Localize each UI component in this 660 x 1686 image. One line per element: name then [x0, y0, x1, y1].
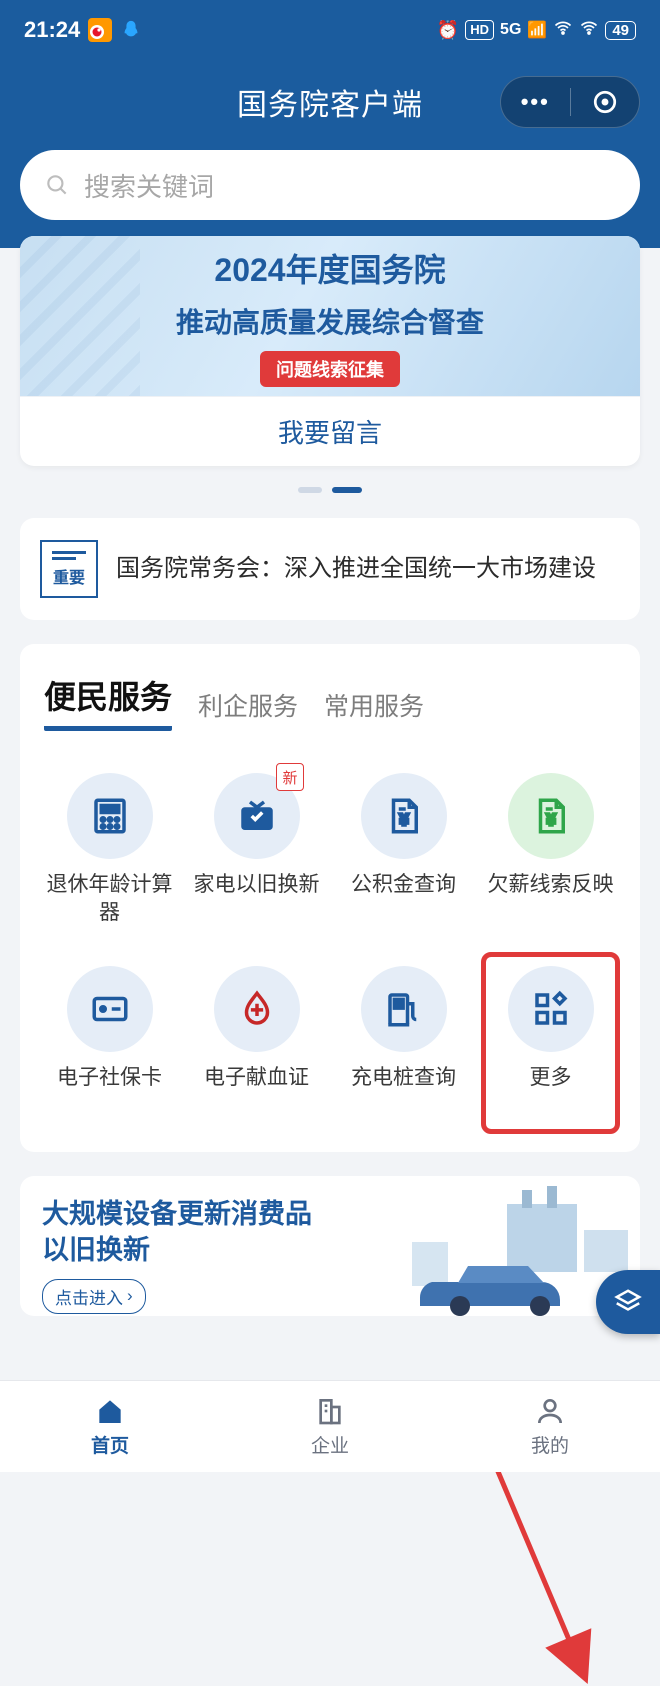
building-icon	[314, 1395, 346, 1427]
important-news-card[interactable]: 重要 国务院常务会：深入推进全国统一大市场建设	[20, 518, 640, 620]
important-badge-icon: 重要	[40, 540, 98, 598]
pager-dot[interactable]	[298, 487, 322, 493]
more-menu-icon[interactable]: •••	[501, 89, 570, 115]
services-grid: 退休年龄计算器 新 家电以旧换新 ¥ 公积金查询 ¥ 欠薪线索反映	[40, 765, 620, 1128]
signal-icon: 📶	[527, 20, 547, 40]
banner-card[interactable]: 2024年度国务院 推动高质量发展综合督查 问题线索征集 我要留言	[20, 236, 640, 466]
new-badge: 新	[276, 763, 304, 791]
service-provident-fund[interactable]: ¥ 公积金查询	[334, 765, 473, 936]
user-icon	[534, 1395, 566, 1427]
app-title: 国务院客户端	[237, 80, 423, 124]
tab-enterprise-service[interactable]: 利企服务	[198, 687, 298, 731]
network-label: 5G	[500, 21, 521, 39]
weibo-icon	[88, 18, 112, 42]
document-money-icon: ¥	[361, 773, 447, 859]
calculator-icon	[67, 773, 153, 859]
status-time: 21:24	[24, 17, 80, 43]
banner-pill: 问题线索征集	[260, 351, 400, 387]
tab-common-service[interactable]: 常用服务	[324, 687, 424, 731]
services-card: 便民服务 利企服务 常用服务 退休年龄计算器 新 家电以旧换新 ¥	[20, 644, 640, 1152]
service-blood-donation[interactable]: 电子献血证	[187, 958, 326, 1128]
wifi-icon	[553, 18, 573, 43]
nav-home[interactable]: 首页	[0, 1381, 220, 1472]
service-retirement-calculator[interactable]: 退休年龄计算器	[40, 765, 179, 936]
hd-icon: HD	[465, 20, 494, 40]
home-icon	[94, 1395, 126, 1427]
promo-illustration	[372, 1186, 632, 1316]
header-area: 搜索关键词	[0, 144, 660, 248]
banner-line1: 2024年度国务院	[214, 245, 445, 291]
card-icon	[67, 966, 153, 1052]
service-appliance-trade-in[interactable]: 新 家电以旧换新	[187, 765, 326, 936]
search-icon	[44, 172, 70, 198]
notification-icon	[120, 19, 142, 41]
svg-text:¥: ¥	[546, 812, 555, 829]
service-wage-complaint[interactable]: ¥ 欠薪线索反映	[481, 765, 620, 936]
alarm-icon: ⏰	[437, 20, 459, 41]
title-bar: 国务院客户端 •••	[0, 60, 660, 144]
banner-line2: 推动高质量发展综合督查	[176, 301, 484, 341]
battery-level: 49	[605, 21, 636, 40]
news-headline: 国务院常务会：深入推进全国统一大市场建设	[116, 551, 596, 587]
service-charging-station[interactable]: 充电桩查询	[334, 958, 473, 1128]
layers-icon	[613, 1287, 643, 1317]
close-miniprogram-icon[interactable]	[571, 89, 640, 115]
search-input[interactable]: 搜索关键词	[20, 150, 640, 220]
search-placeholder: 搜索关键词	[84, 167, 214, 204]
nav-enterprise[interactable]: 企业	[220, 1381, 440, 1472]
service-social-security-card[interactable]: 电子社保卡	[40, 958, 179, 1128]
tab-public-service[interactable]: 便民服务	[44, 672, 172, 731]
document-money-green-icon: ¥	[508, 773, 594, 859]
status-bar: 21:24 ⏰ HD 5G 📶 49	[0, 0, 660, 60]
bottom-nav: 首页 企业 我的	[0, 1380, 660, 1472]
svg-text:¥: ¥	[399, 812, 408, 829]
annotation-highlight-box	[481, 952, 620, 1134]
nav-mine[interactable]: 我的	[440, 1381, 660, 1472]
banner-action-button[interactable]: 我要留言	[20, 396, 640, 466]
banner-image[interactable]: 2024年度国务院 推动高质量发展综合督查 问题线索征集	[20, 236, 640, 396]
blood-drop-icon	[214, 966, 300, 1052]
promo-enter-button[interactable]: 点击进入›	[42, 1279, 146, 1314]
service-more[interactable]: 更多	[481, 958, 620, 1128]
wifi-icon-2	[579, 18, 599, 43]
status-left: 21:24	[24, 17, 142, 43]
gas-station-icon	[361, 966, 447, 1052]
service-tabs: 便民服务 利企服务 常用服务	[40, 666, 620, 737]
pager-dot-active[interactable]	[332, 487, 362, 493]
banner-pager	[20, 466, 640, 508]
status-right: ⏰ HD 5G 📶 49	[437, 18, 636, 43]
floating-action-button[interactable]	[596, 1270, 660, 1334]
promo-card[interactable]: 大规模设备更新消费品以旧换新 点击进入›	[20, 1176, 640, 1316]
miniprogram-capsule[interactable]: •••	[500, 76, 640, 128]
